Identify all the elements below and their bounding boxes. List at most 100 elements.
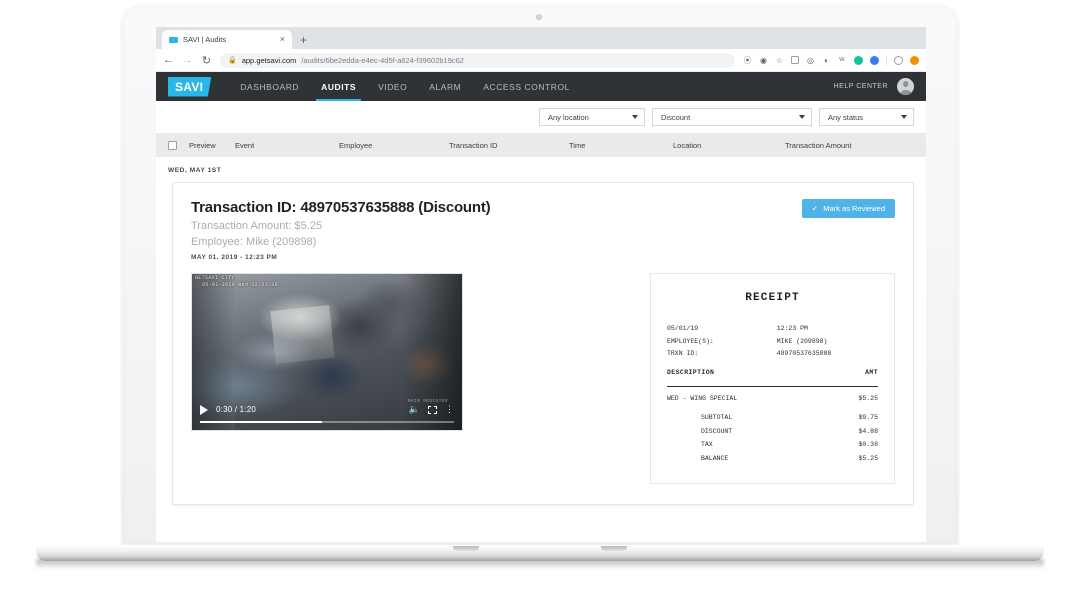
receipt-line-item: WED - WING SPECIAL $5.25 (667, 393, 878, 405)
savi-favicon-icon (169, 36, 178, 43)
extension-wappalyzer-icon[interactable]: W. (838, 56, 847, 65)
chevron-down-icon (799, 115, 805, 119)
audits-content: WED, MAY 1ST Transaction ID: 48970537635… (156, 157, 926, 542)
extension-pocket-icon[interactable] (791, 56, 799, 64)
receipt-amount-header: AMT (865, 368, 878, 376)
status-filter-select[interactable]: Any status (819, 108, 914, 126)
card-body: GETSAVI CITY 05-01-2019 Wed 12:23:30 MAI… (191, 273, 895, 485)
chevron-down-icon (632, 115, 638, 119)
mark-as-reviewed-button[interactable]: ✓ Mark as Reviewed (801, 199, 895, 218)
nav-item-video[interactable]: VIDEO (367, 72, 418, 101)
chevron-down-icon (901, 115, 907, 119)
video-progress-bar[interactable] (200, 420, 454, 423)
fullscreen-icon[interactable] (428, 405, 437, 414)
receipt-panel: RECEIPT 05/01/19 12:23 PM EMPLOYEE(S): M… (463, 273, 895, 485)
receipt-meta-row: EMPLOYEE(S): MIKE (209898) (667, 336, 878, 348)
video-frame-counter (270, 305, 335, 365)
receipt-item-label: DISCOUNT (701, 427, 733, 435)
reload-icon[interactable]: ↻ (201, 54, 212, 67)
card-employee: Employee: Mike (209898) (191, 236, 317, 248)
laptop-base-notch-right (601, 546, 627, 551)
video-player[interactable]: GETSAVI CITY 05-01-2019 Wed 12:23:30 MAI… (191, 273, 463, 431)
receipt-employee-value: MIKE (209898) (776, 337, 828, 345)
play-icon[interactable] (200, 404, 208, 415)
column-header-preview[interactable]: Preview (189, 141, 235, 150)
extension-blue-icon[interactable] (870, 55, 879, 65)
browser-tab[interactable]: SAVI | Audits × (162, 30, 292, 49)
column-header-time[interactable]: Time (569, 141, 673, 150)
card-timestamp: MAY 01, 2019 - 12:23 PM (191, 254, 278, 261)
volume-icon[interactable]: 🔈 (409, 405, 420, 414)
receipt-item-label: TAX (701, 441, 713, 449)
video-menu-icon[interactable]: ⋮ (445, 405, 454, 414)
receipt-meta-row: 05/01/19 12:23 PM (667, 323, 878, 335)
url-host: app.getsavi.com (241, 55, 297, 65)
password-key-icon[interactable]: ⦿ (743, 56, 752, 65)
filter-bar: Any location Discount Any status (156, 101, 926, 133)
column-header-transaction-id[interactable]: Transaction ID (449, 141, 569, 150)
location-filter-select[interactable]: Any location (539, 108, 645, 126)
tab-title: SAVI | Audits (183, 35, 227, 44)
url-path: /audits/6be2edda-e4ec-4d5f-a624-f39602b1… (301, 55, 464, 65)
mark-as-reviewed-label: Mark as Reviewed (823, 204, 885, 213)
column-header-employee[interactable]: Employee (339, 141, 449, 150)
table-header-row: Preview Event Employee Transaction ID Ti… (156, 133, 926, 157)
receipt-item-label: WED - WING SPECIAL (667, 394, 738, 402)
nav-item-alarm[interactable]: ALARM (418, 72, 472, 101)
new-tab-button[interactable]: + (300, 33, 307, 47)
column-header-transaction-amount[interactable]: Transaction Amount (785, 141, 851, 150)
video-time-display: 0:30 / 1:20 (216, 405, 257, 414)
help-center-link[interactable]: HELP CENTER (834, 83, 888, 90)
check-icon: ✓ (811, 203, 819, 213)
bookmark-star-icon[interactable]: ☆ (775, 56, 784, 65)
receipt-divider (667, 385, 878, 387)
back-icon[interactable]: ← (163, 54, 174, 66)
audit-event-card[interactable]: Transaction ID: 48970537635888 (Discount… (172, 182, 914, 506)
location-filter-value: Any location (548, 112, 589, 122)
receipt-date: 05/01/19 (667, 325, 699, 333)
receipt-employee-label: EMPLOYEE(S): (667, 337, 714, 345)
chrome-menu-icon[interactable] (910, 55, 919, 65)
extension-circle-icon[interactable]: ◉ (759, 56, 768, 65)
address-bar[interactable]: 🔒 app.getsavi.com/audits/6be2edda-e4ec-4… (220, 52, 735, 68)
receipt-meta-row: TRXN ID: 48970537635888 (667, 348, 878, 360)
webcam-icon (536, 14, 542, 20)
extension-ghostery-icon[interactable]: ◐ (822, 56, 831, 65)
receipt-line-item: TAX $0.38 (667, 439, 878, 451)
receipt-trxn-label: TRXN ID: (667, 350, 699, 358)
laptop-base-notch-left (453, 546, 479, 551)
extension-grammarly-icon[interactable] (854, 55, 863, 65)
column-header-event[interactable]: Event (235, 141, 339, 150)
laptop-mockup: SAVI | Audits × + ← → ↻ 🔒 app.getsavi.co… (0, 0, 1080, 608)
video-progress-fill (200, 420, 322, 423)
receipt-title: RECEIPT (745, 292, 800, 304)
nav-item-access-control[interactable]: ACCESS CONTROL (472, 72, 581, 101)
browser-toolbar: ← → ↻ 🔒 app.getsavi.com/audits/6be2edda-… (156, 49, 926, 72)
event-type-filter-value: Discount (661, 112, 691, 122)
browser-extension-icons: ⦿ ◉ ☆ ◎ ◐ W. (743, 55, 919, 65)
column-header-location[interactable]: Location (673, 141, 785, 150)
select-all-checkbox[interactable] (168, 140, 177, 150)
receipt-item-label: SUBTOTAL (701, 414, 733, 422)
user-avatar[interactable] (897, 78, 914, 95)
event-type-filter-select[interactable]: Discount (652, 108, 812, 126)
browser-tab-strip: SAVI | Audits × + (156, 27, 926, 49)
savi-logo[interactable]: SAVI (168, 76, 212, 97)
card-title: Transaction ID: 48970537635888 (Discount… (191, 199, 491, 216)
lock-icon: 🔒 (228, 57, 237, 64)
receipt: RECEIPT 05/01/19 12:23 PM EMPLOYEE(S): M… (650, 273, 895, 485)
status-filter-value: Any status (828, 112, 864, 122)
video-osd-camera-label: GETSAVI CITY (195, 275, 235, 281)
receipt-item-amount: $9.75 (858, 414, 878, 422)
nav-item-audits[interactable]: AUDITS (310, 72, 367, 101)
extension-adblock-icon[interactable]: ◎ (806, 56, 815, 65)
receipt-line-item: DISCOUNT $4.88 (667, 426, 878, 438)
forward-icon[interactable]: → (182, 54, 193, 66)
close-icon[interactable]: × (280, 35, 285, 44)
laptop-base-shadow (36, 559, 1044, 569)
profile-avatar-icon[interactable] (894, 55, 903, 65)
nav-item-dashboard[interactable]: DASHBOARD (229, 72, 310, 101)
receipt-item-amount: $5.25 (858, 454, 878, 462)
receipt-time: 12:23 PM (776, 325, 808, 333)
receipt-line-item: BALANCE $5.25 (667, 453, 878, 465)
